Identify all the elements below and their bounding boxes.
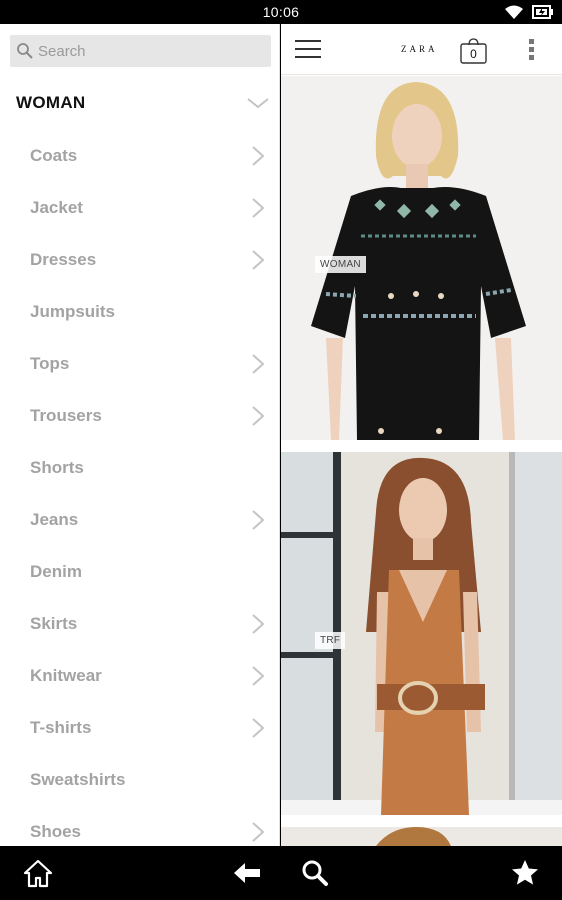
category-label: Shoes	[30, 822, 82, 841]
category-label: Denim	[30, 562, 82, 581]
more-options-icon[interactable]	[528, 39, 536, 61]
back-icon	[234, 863, 260, 883]
search-field[interactable]	[10, 35, 271, 67]
collection-tag: WOMAN	[315, 256, 366, 273]
chevron-right-icon	[252, 198, 265, 218]
chevron-right-icon	[252, 666, 265, 686]
search-icon	[302, 860, 328, 886]
category-item-tops[interactable]: Tops	[0, 338, 279, 390]
category-label: T-shirts	[30, 718, 92, 737]
section-header-woman[interactable]: WOMAN	[0, 78, 279, 128]
chevron-right-icon	[252, 146, 265, 166]
battery-icon	[532, 5, 553, 19]
collection-tag: TRF	[315, 632, 346, 649]
category-item-jeans[interactable]: Jeans	[0, 494, 279, 546]
favorites-button[interactable]	[510, 858, 540, 888]
top-app-bar: ZARA 0	[281, 24, 562, 75]
category-item-jacket[interactable]: Jacket	[0, 182, 279, 234]
category-item-trousers[interactable]: Trousers	[0, 390, 279, 442]
search-button[interactable]	[300, 858, 330, 888]
product-card[interactable]: TRF	[281, 452, 562, 815]
category-label: Tops	[30, 354, 70, 373]
category-label: Jumpsuits	[30, 302, 116, 321]
category-label: Shorts	[30, 458, 84, 477]
category-item-knitwear[interactable]: Knitwear	[0, 650, 279, 702]
chevron-right-icon	[252, 406, 265, 426]
category-label: Coats	[30, 146, 78, 165]
category-label: Trousers	[30, 406, 102, 425]
search-input[interactable]	[38, 42, 258, 60]
chevron-right-icon	[252, 718, 265, 738]
home-icon	[23, 859, 53, 888]
navigation-drawer: WOMAN Coats Jacket Dresses Jumpsuits Top…	[0, 24, 280, 846]
chevron-right-icon	[252, 250, 265, 270]
product-card[interactable]	[281, 827, 562, 846]
menu-icon[interactable]	[295, 40, 321, 60]
chevron-down-icon	[247, 98, 269, 109]
product-card[interactable]: WOMAN	[281, 76, 562, 440]
bottom-navigation-bar	[0, 846, 562, 900]
brand-logo: ZARA	[401, 44, 438, 54]
chevron-right-icon	[252, 614, 265, 634]
search-icon	[17, 43, 33, 59]
category-list: Coats Jacket Dresses Jumpsuits Tops Trou…	[0, 130, 279, 846]
category-item-jumpsuits[interactable]: Jumpsuits	[0, 286, 279, 338]
chevron-right-icon	[252, 354, 265, 374]
category-item-coats[interactable]: Coats	[0, 130, 279, 182]
category-label: Jacket	[30, 198, 83, 217]
category-item-t-shirts[interactable]: T-shirts	[0, 702, 279, 754]
category-item-dresses[interactable]: Dresses	[0, 234, 279, 286]
status-time: 10:06	[262, 4, 300, 20]
wifi-icon	[505, 5, 523, 19]
home-button[interactable]	[23, 858, 53, 888]
star-icon	[512, 860, 538, 885]
category-item-shorts[interactable]: Shorts	[0, 442, 279, 494]
status-icons	[504, 3, 554, 21]
status-bar: 10:06	[0, 0, 562, 24]
chevron-right-icon	[252, 510, 265, 530]
shopping-bag-button[interactable]: 0	[460, 38, 487, 64]
back-button[interactable]	[232, 858, 262, 888]
category-item-skirts[interactable]: Skirts	[0, 598, 279, 650]
category-item-denim[interactable]: Denim	[0, 546, 279, 598]
category-item-shoes[interactable]: Shoes	[0, 806, 279, 846]
category-label: Jeans	[30, 510, 79, 529]
category-label: Dresses	[30, 250, 97, 269]
main-content: ZARA 0 WOMAN TRF	[281, 24, 562, 846]
category-item-sweatshirts[interactable]: Sweatshirts	[0, 754, 279, 806]
chevron-right-icon	[252, 822, 265, 842]
category-label: Sweatshirts	[30, 770, 126, 789]
section-title: WOMAN	[16, 93, 86, 112]
category-label: Skirts	[30, 614, 78, 633]
bag-count: 0	[470, 47, 477, 61]
category-label: Knitwear	[30, 666, 102, 685]
product-image	[281, 827, 562, 846]
